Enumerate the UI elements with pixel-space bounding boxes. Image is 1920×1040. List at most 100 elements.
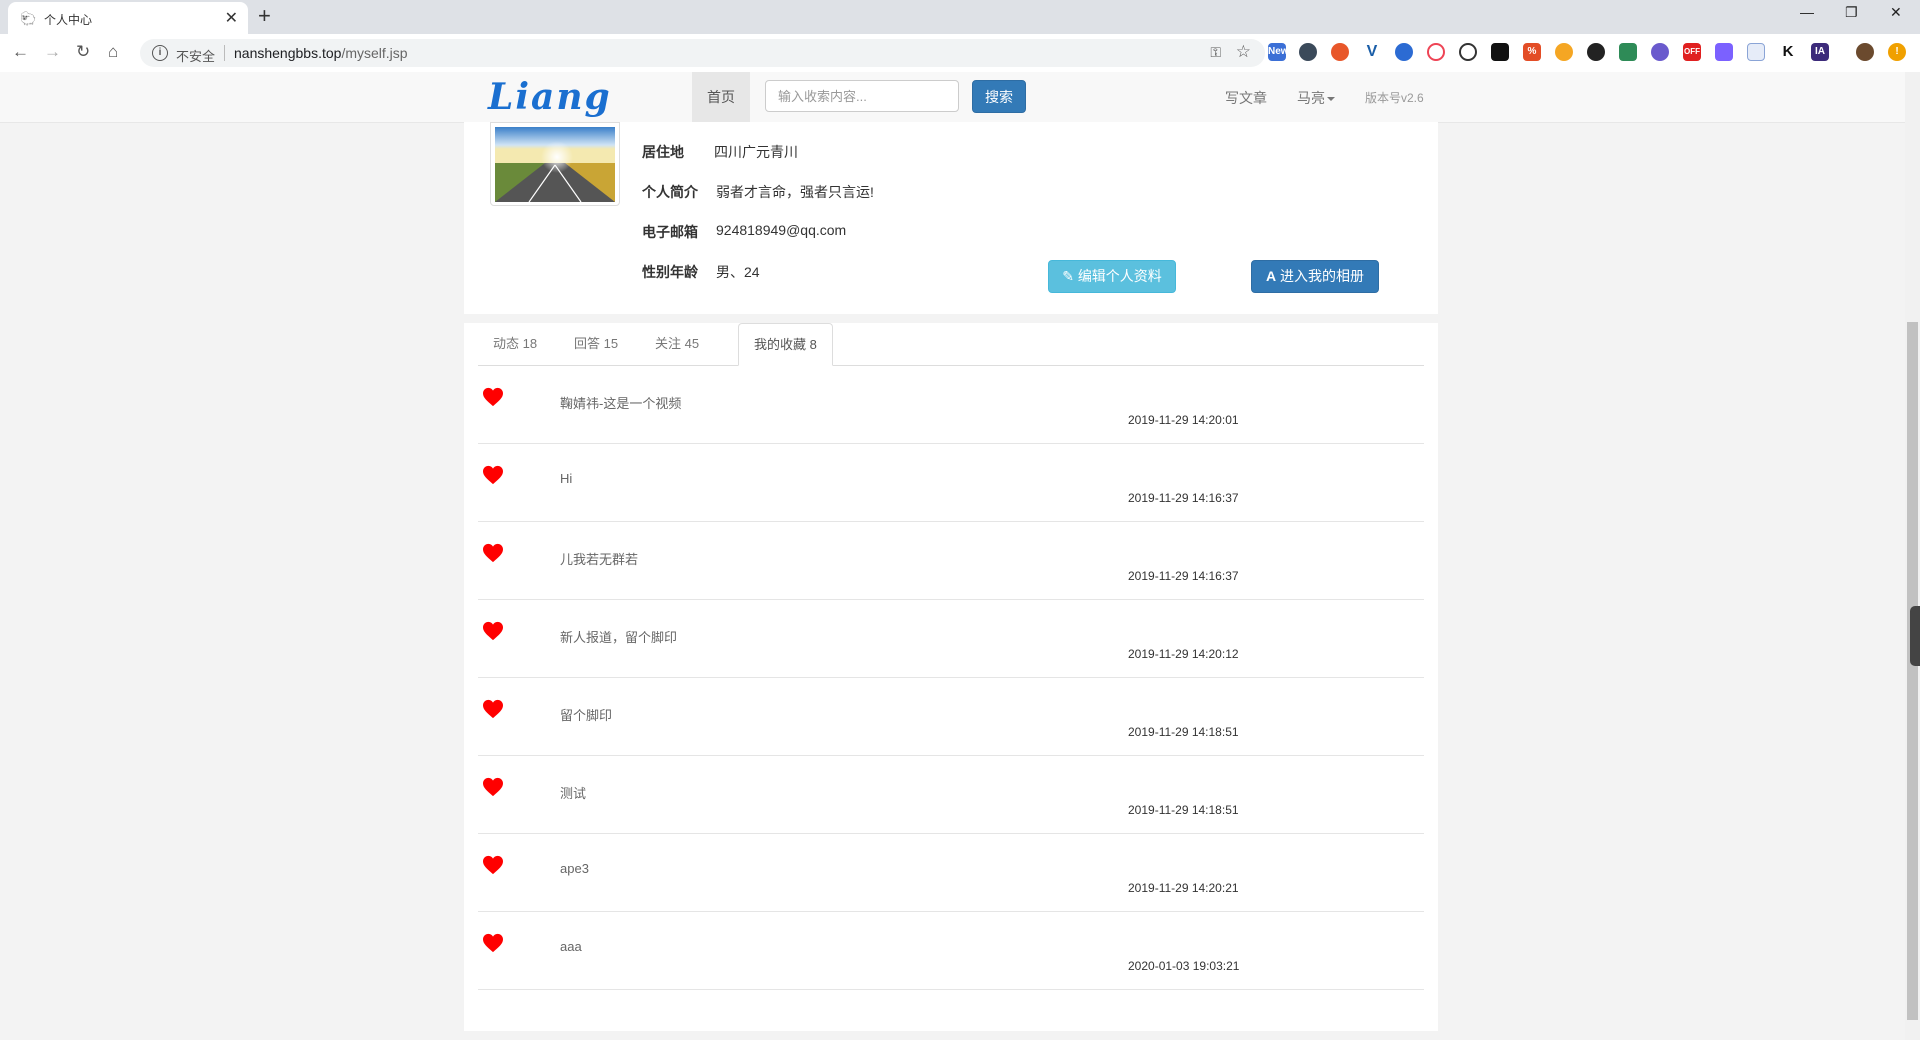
bookmark-star-icon[interactable]: ☆ xyxy=(1236,42,1251,62)
favorite-title[interactable]: Hi xyxy=(560,471,572,486)
bio-value: 弱者才言命，强者只言运! xyxy=(716,184,874,200)
edit-profile-button[interactable]: ✎ 编辑个人资料 xyxy=(1048,260,1176,293)
extension-doc-icon[interactable] xyxy=(1747,43,1765,61)
extension-circle-icon[interactable] xyxy=(1299,43,1317,61)
key-icon[interactable]: ⚿ xyxy=(1210,44,1221,61)
heart-icon xyxy=(483,465,503,485)
gender-age-value: 男、24 xyxy=(716,264,760,280)
extension-orange-icon[interactable] xyxy=(1331,43,1349,61)
tab-answers[interactable]: 回答 15 xyxy=(559,323,633,365)
pencil-icon: ✎ xyxy=(1062,268,1074,284)
extension-off-badge: OFF xyxy=(1684,47,1700,56)
heart-icon xyxy=(483,777,503,797)
profile-panel: 居住地 四川广元青川 个人简介 弱者才言命，强者只言运! 电子邮箱 924818… xyxy=(464,122,1438,314)
favorite-time: 2019-11-29 14:20:01 xyxy=(1128,413,1239,427)
favorite-row: 留个脚印 2019-11-29 14:18:51 xyxy=(478,677,1424,756)
email-value: 924818949@qq.com xyxy=(716,222,847,238)
heart-icon xyxy=(483,621,503,641)
gender-age-label: 性别年龄 xyxy=(642,264,698,280)
extension-ia-icon[interactable]: IA xyxy=(1811,43,1829,61)
insecure-label: 不安全 xyxy=(176,49,216,64)
forward-arrow-icon[interactable]: → xyxy=(44,42,61,62)
favorite-time: 2019-11-29 14:16:37 xyxy=(1128,491,1239,505)
extension-check-icon[interactable] xyxy=(1651,43,1669,61)
favorite-row: aaa 2020-01-03 19:03:21 xyxy=(478,911,1424,990)
favorite-time: 2019-11-29 14:16:37 xyxy=(1128,569,1239,583)
residence-label: 居住地 xyxy=(642,144,684,160)
close-tab-icon[interactable]: ✕ xyxy=(225,8,238,28)
favorite-title[interactable]: 新人报道，留个脚印 xyxy=(560,627,677,646)
minimize-window-icon[interactable]: — xyxy=(1800,4,1814,20)
profile-avatar-icon[interactable] xyxy=(1856,43,1874,61)
avatar[interactable] xyxy=(490,122,620,206)
restore-window-icon[interactable]: ❐ xyxy=(1845,4,1858,21)
extension-percent-icon[interactable]: % xyxy=(1523,43,1541,61)
tab-favorites[interactable]: 我的收藏 8 xyxy=(738,323,833,366)
favorite-title[interactable]: ape3 xyxy=(560,861,589,876)
extension-gradient-icon[interactable] xyxy=(1715,43,1733,61)
address-bar[interactable]: i 不安全 nanshengbbs.top/myself.jsp ⚿ ☆ xyxy=(140,39,1265,67)
tab-activity[interactable]: 动态 18 xyxy=(478,323,552,365)
reload-icon[interactable]: ↻ xyxy=(76,42,90,62)
content-panel: 动态 18 回答 15 关注 45 我的收藏 8 鞠婧祎-这是一个视频 2019… xyxy=(464,323,1438,1031)
album-icon: A xyxy=(1265,268,1277,284)
favorite-title[interactable]: 儿我若无群若 xyxy=(560,549,638,568)
browser-tab[interactable]: 🐑 个人中心 ✕ xyxy=(8,2,248,34)
favorite-time: 2019-11-29 14:20:21 xyxy=(1128,881,1239,895)
extension-new-badge: New xyxy=(1268,46,1289,57)
extension-new-icon[interactable]: New xyxy=(1268,43,1289,61)
side-panel-handle[interactable] xyxy=(1910,606,1920,666)
extension-v-icon[interactable]: V xyxy=(1363,43,1381,61)
extension-at-icon[interactable] xyxy=(1395,43,1413,61)
home-icon[interactable]: ⌂ xyxy=(108,42,118,62)
page-scrollbar[interactable] xyxy=(1905,72,1920,1040)
browser-toolbar: ← → ↻ ⌂ i 不安全 nanshengbbs.top/myself.jsp… xyxy=(0,34,1920,73)
extension-dark-circle-icon[interactable] xyxy=(1587,43,1605,61)
url-path: /myself.jsp xyxy=(341,45,408,61)
scrollbar-thumb[interactable] xyxy=(1907,322,1918,1020)
edit-profile-label: 编辑个人资料 xyxy=(1077,268,1162,284)
extension-weibo-icon[interactable] xyxy=(1555,43,1573,61)
favorite-time: 2019-11-29 14:18:51 xyxy=(1128,725,1239,739)
address-divider xyxy=(224,45,225,61)
extension-gauge-icon[interactable] xyxy=(1459,43,1477,61)
user-menu-dropdown[interactable]: 马亮 xyxy=(1297,88,1335,108)
avatar-road-image xyxy=(495,127,615,202)
new-tab-button[interactable]: + xyxy=(258,3,271,29)
site-logo[interactable]: Liang xyxy=(488,76,612,118)
update-alert-icon[interactable]: ! xyxy=(1888,43,1906,61)
favorite-title[interactable]: 鞠婧祎-这是一个视频 xyxy=(560,393,681,412)
favorite-row: 鞠婧祎-这是一个视频 2019-11-29 14:20:01 xyxy=(478,365,1424,444)
tab-following[interactable]: 关注 45 xyxy=(640,323,714,365)
browser-tab-strip: 🐑 个人中心 ✕ + — ❐ ✕ xyxy=(0,0,1920,34)
email-label: 电子邮箱 xyxy=(642,224,698,240)
search-input[interactable] xyxy=(765,80,959,112)
nav-home-link[interactable]: 首页 xyxy=(692,72,750,122)
extension-shield-icon[interactable] xyxy=(1619,43,1637,61)
site-favicon-icon: 🐑 xyxy=(20,11,37,26)
extension-square-icon[interactable] xyxy=(1491,43,1509,61)
url-text[interactable]: nanshengbbs.top/myself.jsp xyxy=(234,45,408,61)
favorite-title[interactable]: 测试 xyxy=(560,783,586,802)
site-info-icon[interactable]: i xyxy=(152,45,168,61)
open-album-button[interactable]: A 进入我的相册 xyxy=(1251,260,1379,293)
favorite-title[interactable]: aaa xyxy=(560,939,582,954)
browser-tab-title: 个人中心 xyxy=(44,13,93,27)
back-arrow-icon[interactable]: ← xyxy=(12,42,29,62)
chevron-down-icon xyxy=(1327,97,1335,102)
search-button[interactable]: 搜索 xyxy=(972,80,1026,113)
favorite-row: Hi 2019-11-29 14:16:37 xyxy=(478,443,1424,522)
extension-target-icon[interactable] xyxy=(1427,43,1445,61)
close-window-icon[interactable]: ✕ xyxy=(1890,4,1902,21)
favorite-row: 儿我若无群若 2019-11-29 14:16:37 xyxy=(478,521,1424,600)
open-album-label: 进入我的相册 xyxy=(1280,268,1364,284)
heart-icon xyxy=(483,387,503,407)
favorite-time: 2019-11-29 14:18:51 xyxy=(1128,803,1239,817)
favorite-row: 新人报道，留个脚印 2019-11-29 14:20:12 xyxy=(478,599,1424,678)
favorite-row: ape3 2019-11-29 14:20:21 xyxy=(478,833,1424,912)
extension-k-icon[interactable]: K xyxy=(1779,43,1797,61)
favorite-title[interactable]: 留个脚印 xyxy=(560,705,612,724)
extension-off-icon[interactable]: OFF xyxy=(1683,43,1701,61)
write-article-link[interactable]: 写文章 xyxy=(1225,88,1267,108)
url-host: nanshengbbs.top xyxy=(234,45,342,61)
